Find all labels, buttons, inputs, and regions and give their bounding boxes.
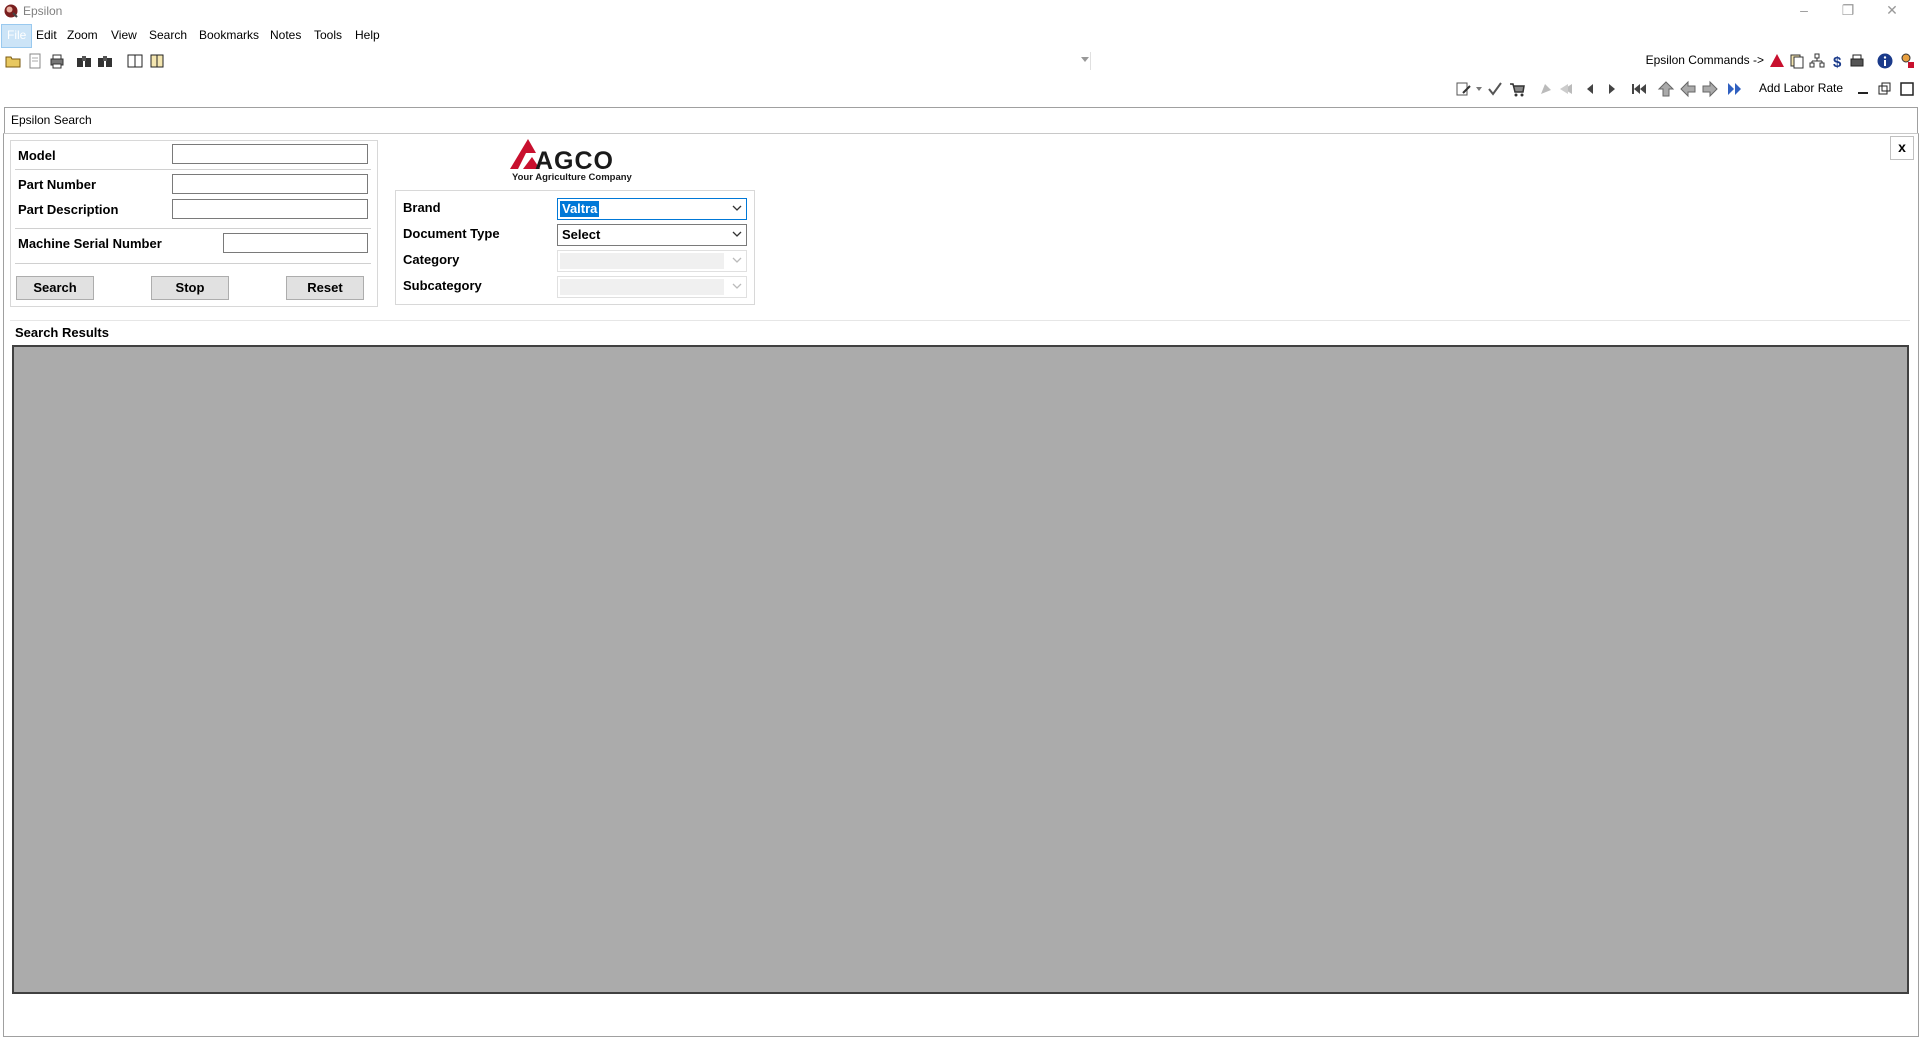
part-number-label: Part Number (18, 177, 97, 192)
part-description-label: Part Description (18, 202, 119, 217)
forward-double-arrow-icon[interactable] (1724, 80, 1742, 98)
divider (10, 320, 1910, 321)
subcategory-select[interactable] (557, 276, 747, 298)
cart-icon[interactable] (1508, 80, 1526, 98)
next-icon[interactable] (1603, 80, 1621, 98)
tree-icon[interactable] (1808, 52, 1826, 70)
search-results-title: Search Results (15, 325, 109, 340)
stop-button[interactable]: Stop (151, 276, 229, 300)
menu-file[interactable]: File (1, 24, 33, 48)
search-binoculars-icon[interactable] (75, 52, 93, 70)
toolbar-dropdown-track (168, 52, 1091, 70)
book-icon[interactable] (148, 52, 166, 70)
forward-arrow-icon[interactable] (1701, 80, 1719, 98)
subcategory-label: Subcategory (403, 278, 482, 293)
document-type-label: Document Type (403, 226, 500, 241)
pan-icon[interactable] (1537, 80, 1555, 98)
menu-tools[interactable]: Tools (309, 24, 347, 46)
first-icon[interactable] (1630, 80, 1648, 98)
prev-icon[interactable] (1581, 80, 1599, 98)
machine-serial-number-label: Machine Serial Number (18, 236, 162, 251)
model-input[interactable] (172, 144, 368, 164)
part-description-input[interactable] (172, 199, 368, 219)
svg-text:$: $ (1833, 54, 1842, 70)
print-setup-icon[interactable] (1848, 52, 1866, 70)
search-button[interactable]: Search (16, 276, 94, 300)
chevron-down-icon[interactable] (1476, 87, 1482, 91)
divider (15, 228, 371, 229)
chevron-down-icon (732, 205, 742, 211)
menu-view[interactable]: View (106, 24, 142, 46)
checkmark-icon[interactable] (1486, 80, 1504, 98)
agco-tagline: Your Agriculture Company (512, 172, 632, 183)
brand-select[interactable]: Valtra (557, 198, 747, 220)
chevron-down-icon (732, 283, 742, 289)
window-title: Epsilon (23, 4, 63, 18)
menu-edit[interactable]: Edit (31, 24, 62, 46)
search-binoculars-alt-icon[interactable] (96, 52, 114, 70)
pan-left-icon[interactable] (1558, 80, 1576, 98)
menu-bookmarks[interactable]: Bookmarks (194, 24, 264, 46)
category-select[interactable] (557, 250, 747, 272)
brand-select-value: Valtra (560, 201, 600, 217)
minimize-button[interactable]: – (1782, 0, 1826, 22)
machine-serial-number-input[interactable] (223, 233, 368, 253)
minimize-doc-icon[interactable] (1855, 80, 1873, 98)
document-filter-form: Brand Valtra Document Type Select Catego… (395, 190, 755, 305)
menu-zoom[interactable]: Zoom (62, 24, 103, 46)
category-label: Category (403, 252, 460, 267)
back-arrow-icon[interactable] (1679, 80, 1697, 98)
close-panel-button[interactable]: x (1890, 136, 1914, 160)
chevron-down-icon[interactable] (1081, 57, 1089, 63)
panel-title: Epsilon Search (11, 113, 92, 127)
reset-button[interactable]: Reset (286, 276, 364, 300)
document-icon[interactable] (26, 52, 44, 70)
model-label: Model (18, 148, 56, 163)
menu-search[interactable]: Search (144, 24, 192, 46)
brand-label: Brand (403, 200, 441, 215)
restore-button[interactable]: ❐ (1826, 0, 1870, 22)
divider (15, 169, 371, 170)
document-type-select[interactable]: Select (557, 224, 747, 246)
up-arrow-icon[interactable] (1657, 80, 1675, 98)
title-bar: Epsilon – ❐ ✕ (0, 0, 1920, 22)
book-open-icon[interactable] (126, 52, 144, 70)
edit-note-icon[interactable] (1454, 80, 1472, 98)
epsilon-search-panel-header: Epsilon Search (4, 107, 1918, 133)
print-icon[interactable] (48, 52, 66, 70)
menu-bar: File Edit Zoom View Search Bookmarks Not… (0, 24, 1920, 48)
search-results-area[interactable] (12, 345, 1909, 994)
part-number-input[interactable] (172, 174, 368, 194)
agco-logo-text: AGCO (535, 147, 614, 175)
close-window-button[interactable]: ✕ (1870, 0, 1914, 22)
document-toolbar: Add Labor Rate (0, 76, 1920, 102)
add-labor-rate-button[interactable]: Add Labor Rate (1759, 81, 1843, 95)
part-search-form: Model Part Number Part Description Machi… (10, 140, 378, 307)
menu-help[interactable]: Help (350, 24, 385, 46)
open-folder-icon[interactable] (4, 52, 22, 70)
maximize-doc-icon[interactable] (1898, 80, 1916, 98)
chevron-down-icon (732, 257, 742, 263)
user-lock-icon[interactable] (1898, 52, 1916, 70)
main-toolbar: Epsilon Commands -> $ (0, 48, 1920, 74)
dollar-icon[interactable]: $ (1828, 52, 1846, 70)
menu-notes[interactable]: Notes (265, 24, 306, 46)
copy-icon[interactable] (1788, 52, 1806, 70)
epsilon-app-icon (4, 4, 18, 18)
divider (15, 263, 371, 264)
info-icon[interactable] (1876, 52, 1894, 70)
agco-triangle-icon[interactable] (1768, 52, 1786, 70)
restore-doc-icon[interactable] (1876, 80, 1894, 98)
chevron-down-icon (732, 231, 742, 237)
epsilon-commands-label: Epsilon Commands -> (1645, 53, 1764, 67)
document-type-select-value: Select (562, 227, 601, 242)
